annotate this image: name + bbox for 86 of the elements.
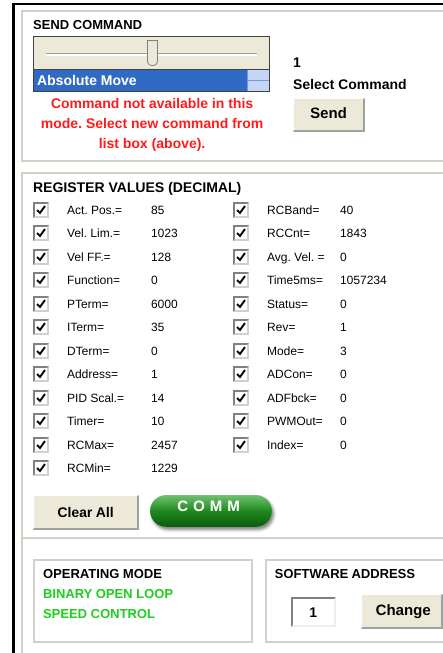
command-dropdown[interactable]: Absolute Move	[33, 70, 270, 92]
register-value: 3	[340, 342, 347, 360]
register-label: DTerm=	[67, 342, 110, 360]
register-label: ADCon=	[267, 366, 314, 384]
checkbox[interactable]	[233, 248, 249, 265]
register-label: RCBand=	[267, 202, 320, 219]
register-label: Function=	[67, 272, 122, 290]
checkbox[interactable]	[33, 342, 49, 359]
register-label: Timer=	[67, 413, 106, 430]
register-value: 0	[340, 366, 347, 384]
section-title: SOFTWARE ADDRESS	[274, 565, 416, 583]
register-value: 0	[340, 436, 347, 454]
command-number: 1	[293, 53, 301, 72]
checkbox[interactable]	[233, 202, 249, 218]
register-value: 0	[340, 390, 347, 407]
register-value: 0	[151, 272, 158, 290]
checkbox[interactable]	[33, 248, 49, 265]
checkbox[interactable]	[233, 319, 249, 336]
register-label: Vel. Lim.=	[67, 225, 122, 242]
checkbox[interactable]	[33, 460, 49, 476]
register-value: 14	[151, 390, 164, 407]
register-label: RCMin=	[67, 460, 112, 478]
checkbox[interactable]	[33, 296, 49, 312]
command-label: Select Command	[293, 75, 407, 94]
register-value: 0	[340, 248, 347, 266]
register-label: RCCnt=	[267, 225, 312, 242]
checkbox[interactable]	[33, 366, 49, 382]
register-value: 1843	[340, 225, 367, 242]
register-label: Index=	[267, 436, 304, 454]
register-value: 1	[151, 366, 158, 384]
register-label: Address=	[67, 366, 120, 384]
register-label: ITerm=	[67, 319, 106, 336]
checkbox[interactable]	[233, 296, 249, 312]
register-value: 2457	[151, 436, 178, 454]
register-label: PTerm=	[67, 296, 110, 313]
mode-text: BINARY OPEN LOOP	[43, 585, 174, 603]
register-value: 0	[340, 296, 347, 313]
checkbox[interactable]	[33, 272, 49, 288]
register-label: PID Scal.=	[67, 390, 126, 407]
checkbox[interactable]	[33, 225, 49, 242]
register-label: Status=	[267, 296, 310, 313]
register-label: PWMOut=	[267, 413, 324, 430]
slider-thumb[interactable]	[146, 40, 158, 66]
register-value: 1023	[151, 225, 178, 242]
section-title: OPERATING MODE	[43, 565, 163, 583]
register-label: RCMax=	[67, 436, 116, 454]
address-field[interactable]: 1	[290, 596, 336, 626]
section-title: REGISTER VALUES (DECIMAL)	[33, 178, 242, 197]
register-value: 0	[151, 342, 158, 360]
checkbox[interactable]	[233, 436, 249, 453]
checkbox[interactable]	[233, 272, 249, 288]
checkbox[interactable]	[233, 366, 249, 382]
checkbox[interactable]	[33, 319, 49, 336]
checkbox[interactable]	[233, 342, 249, 359]
error-message: Command not available in this mode. Select new command from list box (above).	[40, 94, 264, 153]
mode-text: SPEED CONTROL	[43, 605, 156, 623]
register-label: Mode=	[267, 342, 306, 360]
register-value: 1229	[151, 460, 178, 478]
register-value: 1057234	[340, 272, 387, 290]
section-title: SEND COMMAND	[33, 16, 144, 34]
register-label: Act. Pos.=	[67, 202, 124, 219]
send-button[interactable]: Send	[293, 98, 365, 132]
checkbox[interactable]	[33, 436, 49, 453]
register-value: 6000	[151, 296, 178, 313]
checkbox[interactable]	[33, 390, 49, 406]
checkbox[interactable]	[233, 413, 249, 430]
change-button[interactable]: Change	[360, 594, 443, 629]
register-label: Vel FF.=	[67, 248, 112, 266]
checkbox[interactable]	[33, 202, 49, 218]
register-label: Avg. Vel. =	[267, 248, 326, 266]
register-value: 0	[340, 413, 347, 430]
register-value: 35	[151, 319, 164, 336]
register-label: ADFbck=	[267, 390, 318, 407]
spinner-icon	[247, 70, 269, 91]
register-value: 128	[151, 248, 172, 266]
clear-all-button[interactable]: Clear All	[33, 495, 139, 530]
register-value: 10	[151, 413, 164, 430]
checkbox[interactable]	[233, 225, 249, 242]
register-label: Rev=	[267, 319, 296, 336]
slider[interactable]	[33, 36, 270, 70]
register-value: 1	[340, 319, 347, 336]
checkbox[interactable]	[233, 390, 249, 406]
register-value: 85	[151, 202, 164, 219]
checkbox[interactable]	[33, 413, 49, 430]
register-label: Time5ms=	[267, 272, 324, 290]
register-value: 40	[340, 202, 354, 219]
